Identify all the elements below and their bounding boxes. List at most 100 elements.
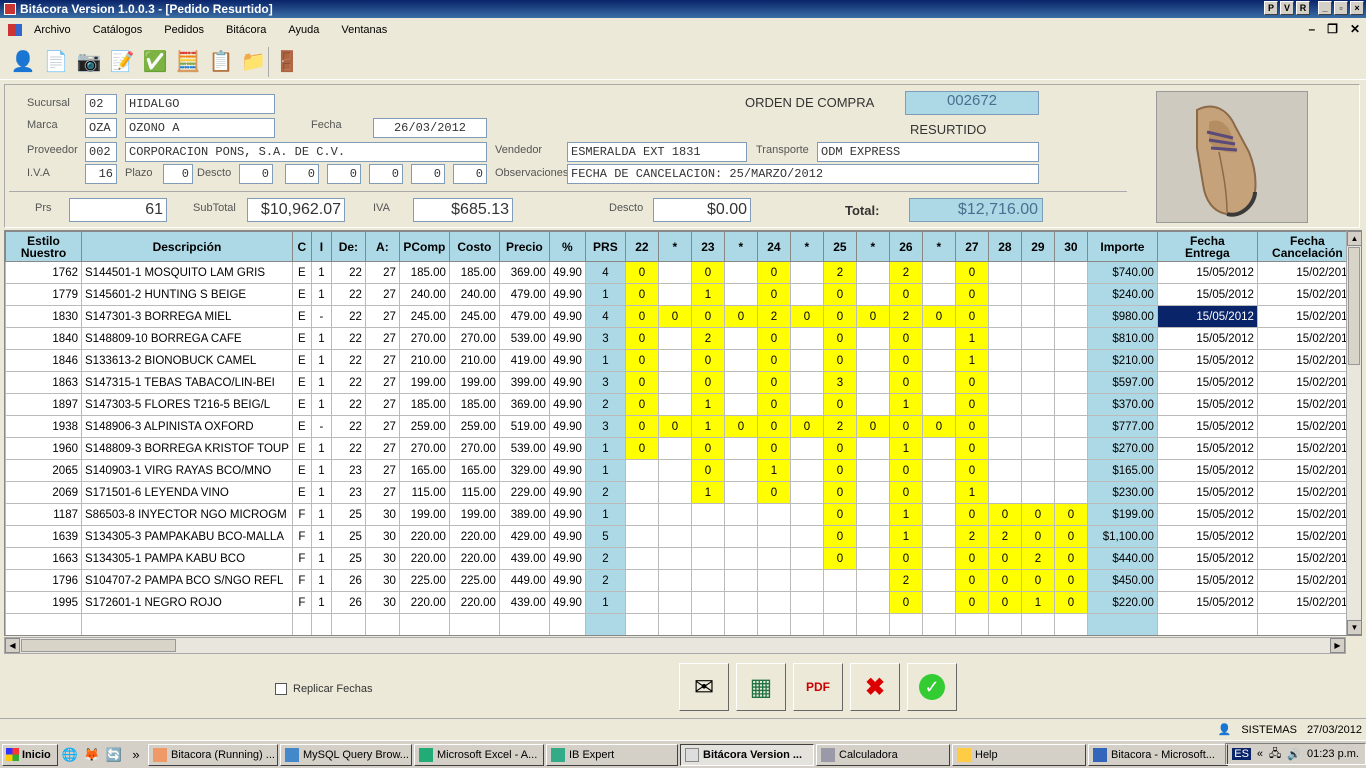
table-cell[interactable] <box>921 481 956 504</box>
table-cell[interactable] <box>789 569 824 592</box>
table-cell[interactable]: 0 <box>756 261 791 284</box>
table-cell[interactable]: 49.90 <box>548 525 586 548</box>
folder-icon[interactable]: 📁 <box>239 46 269 77</box>
column-header[interactable]: De: <box>330 231 366 262</box>
table-cell[interactable]: 2 <box>987 525 1022 548</box>
table-cell[interactable]: 0 <box>921 415 956 438</box>
table-cell[interactable] <box>364 613 400 635</box>
table-cell[interactable]: 2 <box>584 481 626 504</box>
table-cell[interactable]: 25 <box>330 503 366 526</box>
table-cell[interactable]: 49.90 <box>548 305 586 328</box>
table-cell[interactable]: $980.00 <box>1086 305 1158 328</box>
grid-horizontal-scrollbar[interactable]: ◀ ▶ <box>4 637 1346 654</box>
table-cell[interactable]: F <box>291 547 312 570</box>
table-cell[interactable]: 15/05/2012 <box>1156 437 1258 460</box>
table-cell[interactable]: $777.00 <box>1086 415 1158 438</box>
table-cell[interactable]: 245.00 <box>398 305 450 328</box>
table-cell[interactable]: 199.00 <box>448 503 500 526</box>
table-cell[interactable]: 23 <box>330 459 366 482</box>
edit-document-icon[interactable]: 📝 <box>107 47 137 77</box>
table-cell[interactable]: E <box>291 371 312 394</box>
table-cell[interactable]: 25 <box>330 547 366 570</box>
table-cell[interactable]: 30 <box>364 591 400 614</box>
column-header[interactable]: C <box>291 231 312 262</box>
table-cell[interactable] <box>1020 481 1055 504</box>
firefox-icon[interactable]: 🦊 <box>82 745 102 765</box>
table-row[interactable]: 1187 S86503-8 INYECTOR NGO MICROGM F 1 25 30 1… <box>5 503 1358 526</box>
table-cell[interactable]: 0 <box>888 591 923 614</box>
table-cell[interactable]: 1 <box>310 393 332 416</box>
column-header[interactable]: * <box>921 231 956 262</box>
table-cell[interactable]: 0 <box>756 393 791 416</box>
fecha-field[interactable]: 26/03/2012 <box>373 118 487 138</box>
table-cell[interactable] <box>1053 371 1088 394</box>
table-cell[interactable] <box>657 459 692 482</box>
table-cell[interactable] <box>723 591 758 614</box>
minimize-button[interactable]: _ <box>1318 1 1332 15</box>
table-cell[interactable]: 220.00 <box>398 547 450 570</box>
table-cell[interactable]: 1830 <box>5 305 82 328</box>
table-cell[interactable]: 0 <box>690 437 725 460</box>
table-cell[interactable] <box>789 283 824 306</box>
table-cell[interactable] <box>921 261 956 284</box>
menu-pedidos[interactable]: Pedidos <box>164 24 204 36</box>
table-cell[interactable]: 1 <box>310 261 332 284</box>
table-cell[interactable]: 199.00 <box>398 371 450 394</box>
table-cell[interactable] <box>987 371 1022 394</box>
table-cell[interactable]: 0 <box>888 349 923 372</box>
table-cell[interactable]: 1 <box>310 459 332 482</box>
table-cell[interactable] <box>822 591 857 614</box>
table-cell[interactable]: 220.00 <box>448 525 500 548</box>
table-cell[interactable] <box>657 437 692 460</box>
table-cell[interactable] <box>855 503 890 526</box>
table-cell[interactable] <box>921 547 956 570</box>
table-cell[interactable]: 220.00 <box>448 591 500 614</box>
table-cell[interactable]: - <box>310 415 332 438</box>
sucursal-code-field[interactable]: 02 <box>85 94 117 114</box>
table-cell[interactable]: 15/02/2012 <box>1256 415 1358 438</box>
excel-export-button[interactable]: ▦ <box>736 663 786 711</box>
table-cell[interactable] <box>1020 349 1055 372</box>
table-cell[interactable]: 3 <box>584 371 626 394</box>
table-cell[interactable]: 439.00 <box>498 591 550 614</box>
table-cell[interactable] <box>921 569 956 592</box>
table-cell[interactable]: 0 <box>1053 591 1088 614</box>
table-cell[interactable]: 270.00 <box>448 327 500 350</box>
scroll-up-icon[interactable]: ▲ <box>1347 231 1361 246</box>
table-cell[interactable] <box>1053 437 1088 460</box>
table-cell[interactable]: 2 <box>690 327 725 350</box>
table-cell[interactable] <box>624 569 659 592</box>
table-cell[interactable] <box>987 393 1022 416</box>
table-cell[interactable]: 1 <box>1020 591 1055 614</box>
table-cell[interactable]: S148809-3 BORREGA KRISTOF TOUP <box>81 437 293 460</box>
table-cell[interactable]: 1 <box>690 393 725 416</box>
table-cell[interactable] <box>987 415 1022 438</box>
table-cell[interactable]: 2069 <box>5 481 82 504</box>
table-cell[interactable]: 0 <box>888 547 923 570</box>
table-cell[interactable]: 0 <box>888 459 923 482</box>
table-cell[interactable]: 0 <box>657 415 692 438</box>
table-cell[interactable]: 15/05/2012 <box>1156 305 1258 328</box>
column-header[interactable]: 28 <box>987 231 1022 262</box>
table-cell[interactable]: $165.00 <box>1086 459 1158 482</box>
table-cell[interactable] <box>789 459 824 482</box>
table-cell[interactable] <box>291 613 312 635</box>
table-cell[interactable]: 0 <box>888 327 923 350</box>
table-cell[interactable]: E <box>291 393 312 416</box>
p-button[interactable]: P <box>1264 1 1278 15</box>
table-cell[interactable]: 1 <box>310 569 332 592</box>
table-cell[interactable]: 27 <box>364 283 400 306</box>
table-cell[interactable] <box>723 503 758 526</box>
table-cell[interactable]: 0 <box>954 459 989 482</box>
column-header[interactable]: Fecha Entrega <box>1156 231 1258 262</box>
table-cell[interactable]: 240.00 <box>448 283 500 306</box>
table-cell[interactable]: 240.00 <box>398 283 450 306</box>
new-document-icon[interactable]: 📄 <box>41 47 71 77</box>
table-cell[interactable]: 229.00 <box>498 481 550 504</box>
table-cell[interactable] <box>822 569 857 592</box>
menu-archivo[interactable]: Archivo <box>34 24 71 36</box>
table-cell[interactable] <box>954 613 989 635</box>
table-cell[interactable]: 15/05/2012 <box>1156 569 1258 592</box>
table-cell[interactable]: 49.90 <box>548 327 586 350</box>
table-cell[interactable]: 1995 <box>5 591 82 614</box>
